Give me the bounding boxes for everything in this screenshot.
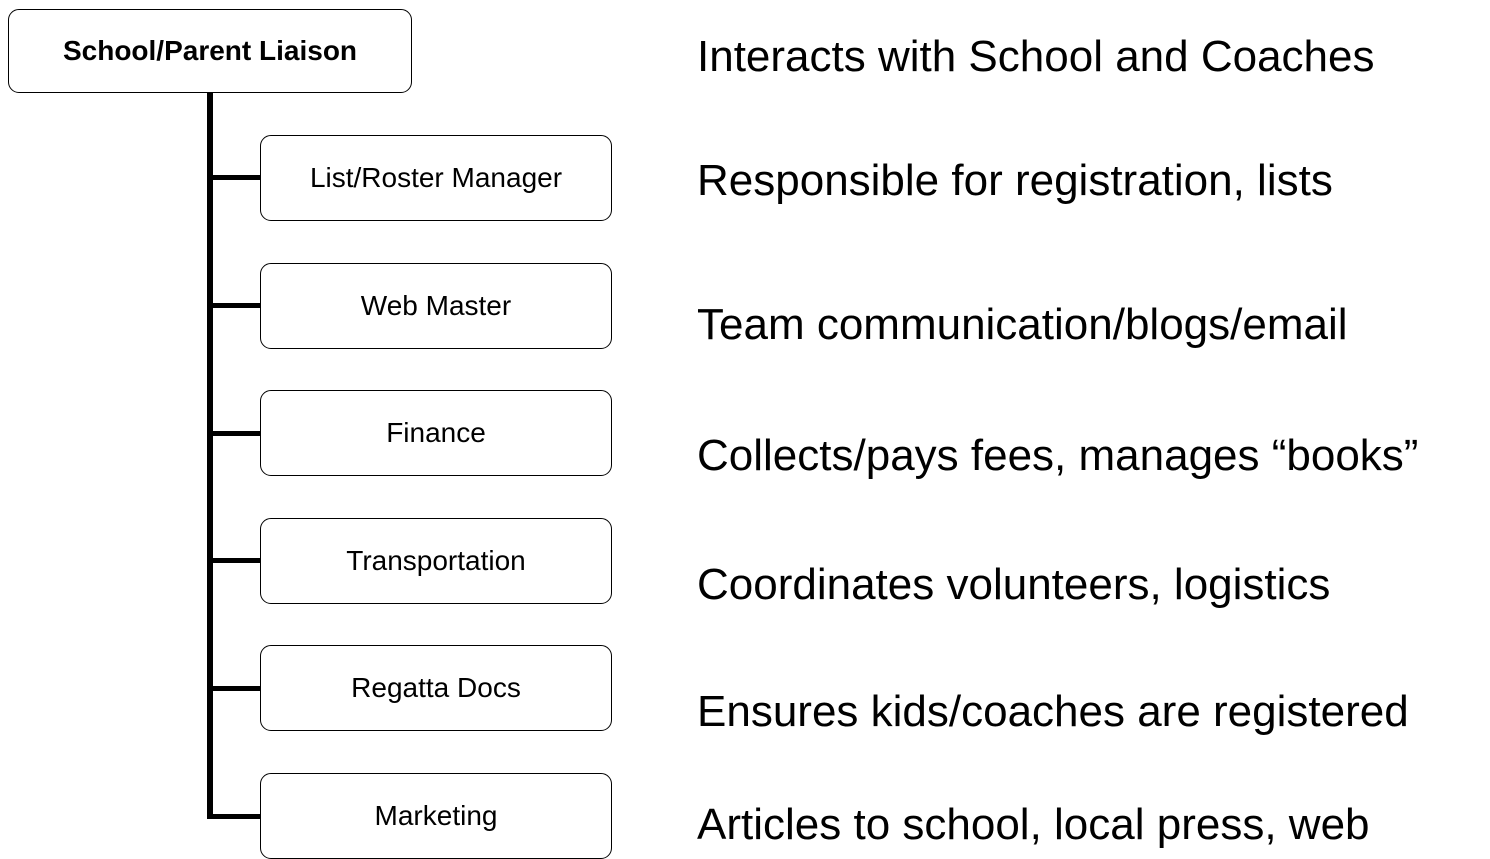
description-finance: Collects/pays fees, manages “books” — [697, 431, 1419, 480]
role-node-label: Web Master — [360, 290, 512, 321]
root-node-label: School/Parent Liaison — [62, 35, 358, 66]
role-node-web-master: Web Master — [260, 263, 612, 349]
role-node-label: List/Roster Manager — [309, 162, 563, 193]
role-node-transportation: Transportation — [260, 518, 612, 604]
description-transportation: Coordinates volunteers, logistics — [697, 560, 1331, 609]
connector-finance — [207, 431, 261, 436]
org-chart-trunk-line — [207, 93, 213, 819]
role-node-label: Finance — [386, 417, 486, 448]
role-node-marketing: Marketing — [260, 773, 612, 859]
description-list-roster-manager: Responsible for registration, lists — [697, 156, 1333, 205]
role-node-label: Transportation — [346, 545, 526, 576]
description-school-parent-liaison: Interacts with School and Coaches — [697, 32, 1375, 81]
root-node-school-parent-liaison: School/Parent Liaison — [8, 9, 412, 93]
role-node-list-roster-manager: List/Roster Manager — [260, 135, 612, 221]
description-web-master: Team communication/blogs/email — [697, 300, 1348, 349]
role-node-finance: Finance — [260, 390, 612, 476]
connector-regatta-docs — [207, 686, 261, 691]
role-node-label: Regatta Docs — [351, 672, 521, 703]
connector-transportation — [207, 558, 261, 563]
connector-web-master — [207, 303, 261, 308]
connector-list-roster-manager — [207, 175, 261, 180]
description-regatta-docs: Ensures kids/coaches are registered — [697, 687, 1409, 736]
role-node-regatta-docs: Regatta Docs — [260, 645, 612, 731]
role-node-label: Marketing — [374, 800, 498, 831]
connector-marketing — [207, 814, 261, 819]
description-marketing: Articles to school, local press, web — [697, 800, 1370, 849]
